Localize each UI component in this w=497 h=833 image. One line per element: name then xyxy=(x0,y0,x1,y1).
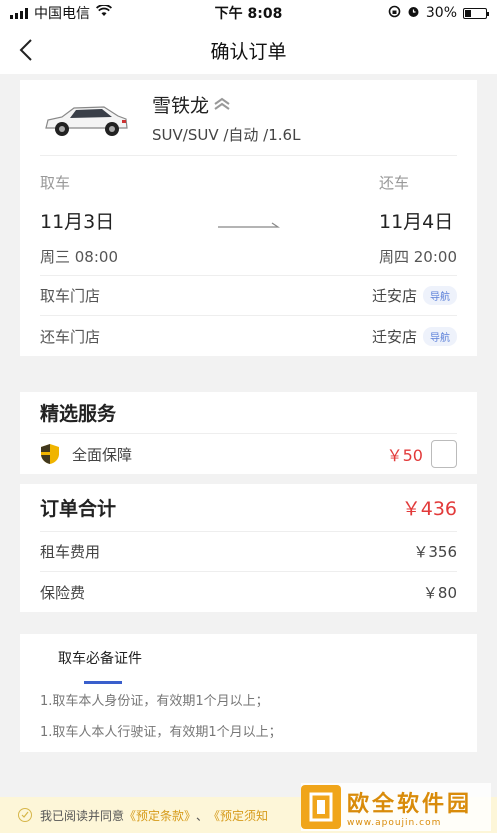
service-item[interactable]: 全面保障 ￥50 xyxy=(40,434,457,474)
doc-line: 1.取车人本人行驶证，有效期1个月以上； xyxy=(40,725,282,740)
car-name: 雪铁龙 xyxy=(152,94,210,117)
agreement-separator: 、 xyxy=(196,808,209,823)
back-button[interactable] xyxy=(12,36,40,64)
wifi-icon xyxy=(95,4,113,21)
tab-required-docs-label: 取车必备证件 xyxy=(58,651,142,667)
fee-amount: ￥356 xyxy=(413,543,457,561)
pickup-store-name: 迁安店 xyxy=(371,287,417,305)
check-icon xyxy=(21,811,29,818)
pickup-label: 取车 xyxy=(40,174,71,192)
arrow-right-icon xyxy=(217,216,280,235)
return-store-label: 还车门店 xyxy=(40,327,101,346)
order-total-title: 订单合计 xyxy=(40,498,117,520)
return-store-row: 还车门店 迁安店 导航 xyxy=(40,316,457,356)
fee-label: 保险费 xyxy=(40,583,86,602)
required-docs-card: 取车必备证件 1.取车本人身份证，有效期1个月以上； 1.取车人本人行驶证，有效… xyxy=(20,634,477,752)
pickup-store-row: 取车门店 迁安店 导航 xyxy=(40,276,457,316)
agree-checkbox[interactable] xyxy=(18,808,32,822)
carrier-label: 中国电信 xyxy=(34,6,90,22)
fee-label: 租车费用 xyxy=(40,543,101,561)
watermark-name: 欧全软件园 xyxy=(347,792,473,817)
battery-icon xyxy=(463,7,489,19)
service-checkbox[interactable] xyxy=(431,440,457,468)
fee-row-insurance: 保险费 ￥80 xyxy=(40,572,457,612)
car-image xyxy=(40,94,132,142)
doc-line: 1.取车本人身份证，有效期1个月以上； xyxy=(40,694,269,709)
pickup-store-navigate-button[interactable]: 导航 xyxy=(423,286,457,305)
service-label: 全面保障 xyxy=(72,445,133,464)
order-total-amount: ￥436 xyxy=(401,498,457,520)
fee-row-rental: 租车费用 ￥356 xyxy=(40,532,457,572)
return-store-name: 迁安店 xyxy=(371,327,417,346)
tab-required-docs[interactable]: 取车必备证件 xyxy=(58,648,142,684)
nav-bar: 确认订单 xyxy=(0,26,497,74)
notice-link[interactable]: 《预定须知 xyxy=(208,807,268,824)
return-label: 还车 xyxy=(379,174,410,192)
pickup-date: 11月3日 xyxy=(40,211,115,233)
agreement-text: 我已阅读并同意 xyxy=(40,808,125,823)
tab-underline xyxy=(84,681,122,684)
return-date: 11月4日 xyxy=(379,211,454,233)
return-store-navigate-button[interactable]: 导航 xyxy=(423,326,457,346)
services-title: 精选服务 xyxy=(40,403,117,425)
citroen-logo-icon xyxy=(214,97,230,110)
return-info: 还车 11月4日 周四 20:00 xyxy=(379,172,457,275)
watermark: 欧全软件园 www.apoujin.com xyxy=(301,783,491,831)
services-card: 精选服务 全面保障 ￥50 xyxy=(20,392,477,474)
chevron-left-icon xyxy=(19,39,32,61)
watermark-url: www.apoujin.com xyxy=(347,818,442,828)
battery-percent: 30% xyxy=(425,5,457,21)
signal-icon xyxy=(10,7,28,19)
status-bar: 中国电信 下午 8:08 30% xyxy=(0,0,497,26)
alarm-icon xyxy=(407,5,420,22)
car-spec: SUV/SUV /自动 /1.6L xyxy=(152,125,301,144)
return-time: 周四 20:00 xyxy=(379,248,457,266)
shield-icon xyxy=(41,444,59,464)
order-info-card: 雪铁龙 SUV/SUV /自动 /1.6L 取车 11月3日 周三 08:00 … xyxy=(20,80,477,356)
terms-link[interactable]: 《预定条款》 xyxy=(124,807,196,824)
pickup-time: 周三 08:00 xyxy=(40,248,118,266)
pickup-info: 取车 11月3日 周三 08:00 xyxy=(40,172,118,275)
fee-amount: ￥80 xyxy=(422,583,457,602)
car-summary: 雪铁龙 SUV/SUV /自动 /1.6L xyxy=(40,80,457,156)
watermark-logo-icon xyxy=(301,785,341,829)
trip-schedule: 取车 11月3日 周三 08:00 还车 11月4日 周四 20:00 xyxy=(40,156,457,276)
service-price: ￥50 xyxy=(386,446,423,465)
order-total-card: 订单合计 ￥436 租车费用 ￥356 保险费 ￥80 xyxy=(20,484,477,612)
pickup-store-label: 取车门店 xyxy=(40,287,101,305)
page-title: 确认订单 xyxy=(210,40,287,63)
orientation-lock-icon xyxy=(388,5,401,22)
